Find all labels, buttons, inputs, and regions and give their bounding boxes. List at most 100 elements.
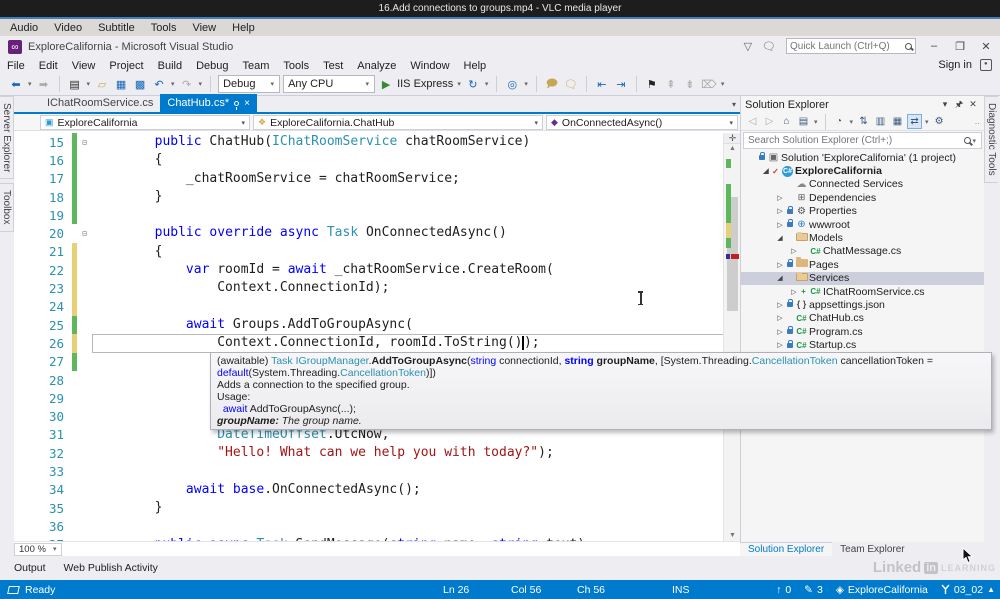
tree-item-properties[interactable]: ▷ ⚙ Properties	[741, 205, 984, 218]
bottom-tab-web-publish-activity[interactable]: Web Publish Activity	[64, 562, 158, 574]
tree-item-solution-explorecalifornia-1-project[interactable]: ▣ Solution 'ExploreCalifornia' (1 project…	[741, 151, 984, 164]
vs-menu-help[interactable]: Help	[457, 60, 494, 72]
vs-menu-team[interactable]: Team	[236, 60, 277, 72]
save-icon[interactable]: ▦	[113, 76, 129, 92]
vlc-menu-audio[interactable]: Audio	[10, 22, 38, 34]
code-text[interactable]: Context.ConnectionId, roomId.ToString())…	[92, 334, 740, 353]
code-line-34[interactable]: 34 await base.OnConnectedAsync();	[14, 481, 740, 499]
code-text[interactable]: await Groups.AddToGroupAsync(	[92, 316, 740, 334]
vs-menu-debug[interactable]: Debug	[189, 60, 235, 72]
vs-menu-file[interactable]: File	[0, 60, 32, 72]
vlc-menu-view[interactable]: View	[192, 22, 216, 34]
vs-menu-view[interactable]: View	[65, 60, 103, 72]
expand-collapsed-icon[interactable]: ▷	[789, 247, 799, 255]
code-text[interactable]: "Hello! What can we help you with today?…	[92, 444, 740, 462]
expand-expanded-icon[interactable]: ◢	[761, 167, 771, 175]
minimize-button[interactable]: –	[926, 40, 942, 52]
code-line-15[interactable]: 15 ⊟ public ChatHub(IChatRoomService chat…	[14, 133, 740, 152]
home-icon[interactable]: ⌂	[779, 114, 794, 129]
code-line-20[interactable]: 20 ⊟ public override async Task OnConnect…	[14, 224, 740, 242]
pending-changes-filter-icon[interactable]: ◔	[832, 114, 847, 129]
quick-launch-input[interactable]	[790, 40, 905, 52]
run-target-dropdown[interactable]: ▾	[457, 80, 461, 88]
expand-expanded-icon[interactable]: ◢	[775, 234, 785, 242]
code-area[interactable]: 15 ⊟ public ChatHub(IChatRoomService chat…	[14, 133, 740, 541]
vlc-menu-subtitle[interactable]: Subtitle	[98, 22, 135, 34]
uncommitted-changes-indicator[interactable]: ✎ 3	[804, 584, 823, 596]
repository-indicator[interactable]: ◈ ExploreCalifornia	[836, 584, 928, 596]
code-line-33[interactable]: 33	[14, 462, 740, 480]
new-file-dropdown[interactable]: ▾	[87, 80, 91, 88]
tree-item-models[interactable]: ◢ Models	[741, 231, 984, 244]
toolbox-vertical-tab[interactable]: Toolbox	[0, 183, 14, 232]
code-line-36[interactable]: 36	[14, 517, 740, 535]
tab-chathub[interactable]: ChatHub.cs* ×	[160, 94, 257, 112]
open-folder-icon[interactable]: ▱	[94, 76, 110, 92]
solution-explorer-title-bar[interactable]: Solution Explorer ▾ 🖈 ✕	[741, 96, 984, 113]
solution-search-box[interactable]: ▾	[743, 132, 982, 149]
unpushed-commits-indicator[interactable]: ↑ 0	[776, 584, 791, 596]
expand-collapsed-icon[interactable]: ▷	[775, 314, 785, 322]
code-text[interactable]	[92, 206, 740, 224]
prev-bookmark-icon[interactable]: ⇞	[663, 76, 679, 92]
next-bookmark-icon[interactable]: ⇟	[682, 76, 698, 92]
vs-menu-tools[interactable]: Tools	[276, 60, 316, 72]
collapse-all-icon[interactable]: ▦	[890, 114, 905, 129]
clear-bookmarks-icon[interactable]: ⌦	[701, 76, 717, 92]
sync-icon[interactable]: ⇅	[856, 114, 871, 129]
tree-item-explorecalifornia[interactable]: ◢ ✓ C# ExploreCalifornia	[741, 164, 984, 178]
uncomment-icon[interactable]: 🗨	[563, 76, 579, 92]
tab-ichatroomservice[interactable]: IChatRoomService.cs	[40, 94, 160, 112]
expand-expanded-icon[interactable]: ◢	[775, 274, 785, 282]
code-line-32[interactable]: 32 "Hello! What can we help you with tod…	[14, 444, 740, 462]
code-line-17[interactable]: 17 _chatRoomService = chatRoomService;	[14, 169, 740, 188]
expand-collapsed-icon[interactable]: ▷	[789, 288, 799, 296]
tool-tab-team-explorer[interactable]: Team Explorer	[832, 542, 912, 556]
collapse-region-icon[interactable]: ⊟	[77, 229, 92, 238]
close-button[interactable]: ✕	[978, 40, 994, 53]
scroll-down-icon[interactable]: ▼	[724, 532, 741, 539]
vs-menu-window[interactable]: Window	[403, 60, 456, 72]
tree-item-chatmessage-cs[interactable]: ▷ C# ChatMessage.cs	[741, 245, 984, 258]
expand-collapsed-icon[interactable]: ▷	[775, 328, 785, 336]
expand-collapsed-icon[interactable]: ▷	[775, 207, 785, 215]
search-options-dropdown[interactable]: ▾	[972, 137, 976, 145]
expand-collapsed-icon[interactable]: ▷	[775, 341, 785, 349]
vs-menu-build[interactable]: Build	[151, 60, 189, 72]
feedback-icon[interactable]: 🗨	[762, 40, 776, 53]
tree-item-ichatroomservice-cs[interactable]: ▷ + C# IChatRoomService.cs	[741, 285, 984, 298]
code-text[interactable]: var roomId = await _chatRoomService.Crea…	[92, 261, 740, 279]
vlc-menu-video[interactable]: Video	[54, 22, 82, 34]
tool-tab-solution-explorer[interactable]: Solution Explorer	[740, 542, 833, 556]
pin-icon[interactable]: 🖈	[952, 97, 966, 113]
undo-dropdown[interactable]: ▾	[171, 80, 175, 88]
tree-item-program-cs[interactable]: ▷ C# Program.cs	[741, 325, 984, 338]
vlc-menu-tools[interactable]: Tools	[151, 22, 177, 34]
split-window-handle[interactable]: ✛	[724, 133, 741, 144]
server-explorer-vertical-tab[interactable]: Server Explorer	[0, 96, 14, 180]
save-all-icon[interactable]: ▩	[132, 76, 148, 92]
nav-back-icon[interactable]: ◁	[745, 114, 760, 129]
code-line-21[interactable]: 21 {	[14, 242, 740, 262]
zoom-control[interactable]: 100 % ▾	[14, 542, 63, 556]
new-file-icon[interactable]: ▤	[67, 76, 83, 92]
account-icon[interactable]	[980, 59, 992, 71]
member-dropdown[interactable]: ◆ OnConnectedAsync() ▾	[546, 115, 738, 130]
bottom-tab-output[interactable]: Output	[14, 562, 46, 574]
notifications-funnel-icon[interactable]: ▽	[744, 40, 752, 53]
close-icon[interactable]: ✕	[966, 99, 980, 110]
code-text[interactable]: public override async Task OnConnectedAs…	[92, 224, 740, 242]
toolbar-overflow-icon[interactable]: ‥	[975, 117, 980, 126]
show-all-files-icon[interactable]: ▥	[873, 114, 888, 129]
code-line-18[interactable]: 18 }	[14, 187, 740, 207]
collapse-region-icon[interactable]: ⊟	[77, 138, 92, 147]
start-debug-icon[interactable]: ▶	[378, 76, 394, 92]
tree-item-connected-services[interactable]: ☁ Connected Services	[741, 178, 984, 191]
tree-item-appsettings-json[interactable]: ▷ { } appsettings.json	[741, 298, 984, 311]
vlc-menu-help[interactable]: Help	[232, 22, 255, 34]
code-line-35[interactable]: 35 }	[14, 499, 740, 517]
vs-menu-analyze[interactable]: Analyze	[350, 60, 403, 72]
code-text[interactable]	[92, 517, 740, 535]
branch-indicator[interactable]: 03_02 ▲	[941, 584, 995, 596]
solution-search-input[interactable]	[748, 135, 965, 146]
